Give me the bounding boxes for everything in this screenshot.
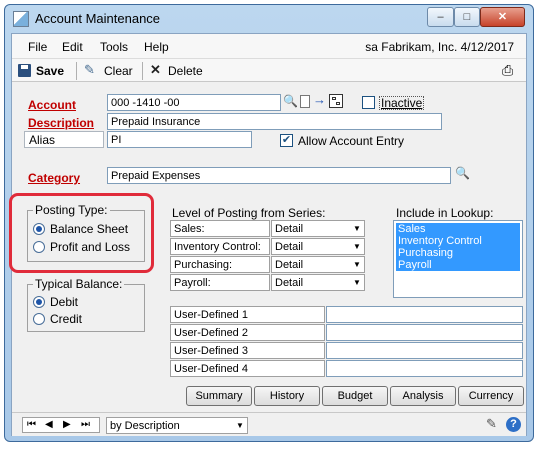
- help-icon[interactable]: ?: [506, 417, 521, 432]
- series-label-sales: Sales:: [170, 220, 270, 237]
- chevron-down-icon: ▼: [353, 260, 361, 269]
- maximize-button[interactable]: □: [454, 7, 480, 27]
- printer-icon[interactable]: ⎙: [502, 62, 513, 79]
- user-defined-4-field[interactable]: [326, 360, 523, 377]
- alias-label-box: Alias: [24, 131, 104, 148]
- user-defined-1-field[interactable]: [326, 306, 523, 323]
- app-icon: [13, 11, 29, 27]
- delete-icon: ✕: [150, 62, 161, 77]
- level-of-posting-title: Level of Posting from Series:: [172, 206, 326, 220]
- inactive-label: Inactive: [379, 96, 425, 110]
- budget-button[interactable]: Budget: [322, 386, 388, 406]
- status-bar: ⏮ ◀ ▶ ⏭ by Description ▼ ✎ ?: [12, 412, 526, 436]
- lookup-icon[interactable]: 🔍: [283, 94, 298, 108]
- record-navigation: ⏮ ◀ ▶ ⏭: [22, 417, 100, 433]
- last-record-icon[interactable]: ⏭: [81, 419, 90, 430]
- user-defined-1-label: User-Defined 1: [170, 306, 325, 323]
- first-record-icon[interactable]: ⏮: [27, 419, 36, 430]
- inventory-control-posting-value: Detail: [275, 241, 304, 253]
- toolbar-separator: [142, 62, 143, 80]
- user-defined-4-label: User-Defined 4: [170, 360, 325, 377]
- purchasing-posting-value: Detail: [275, 259, 304, 271]
- series-label-payroll: Payroll:: [170, 274, 270, 291]
- debit-radio[interactable]: [33, 296, 45, 308]
- title-bar[interactable]: Account Maintenance – □ ✕: [5, 5, 533, 33]
- include-in-lookup-list[interactable]: Sales Inventory Control Purchasing Payro…: [393, 220, 523, 298]
- menu-tools[interactable]: Tools: [100, 40, 128, 54]
- menu-edit[interactable]: Edit: [62, 40, 83, 54]
- sort-order-value: by Description: [110, 420, 180, 432]
- alias-label: Alias: [29, 133, 56, 147]
- note-icon[interactable]: ✎: [486, 416, 497, 432]
- account-label: Account: [28, 98, 76, 112]
- toolbar-separator: [76, 62, 77, 80]
- lookup-item-payroll[interactable]: Payroll: [396, 259, 520, 271]
- category-field[interactable]: Prepaid Expenses: [107, 167, 451, 184]
- lookup-item-sales[interactable]: Sales: [396, 223, 520, 235]
- go-to-arrow-icon[interactable]: →: [313, 92, 326, 107]
- window-title: Account Maintenance: [35, 11, 161, 26]
- summary-button[interactable]: Summary: [186, 386, 252, 406]
- history-button[interactable]: History: [254, 386, 320, 406]
- sales-posting-dropdown[interactable]: Detail ▼: [271, 220, 365, 237]
- window-client-area: File Edit Tools Help sa Fabrikam, Inc. 4…: [9, 33, 527, 436]
- payroll-posting-dropdown[interactable]: Detail ▼: [271, 274, 365, 291]
- save-icon: [18, 64, 31, 77]
- lookup-item-inventory-control[interactable]: Inventory Control: [396, 235, 520, 247]
- category-label: Category: [28, 171, 81, 185]
- lookup-item-purchasing[interactable]: Purchasing: [396, 247, 520, 259]
- delete-button[interactable]: Delete: [168, 64, 203, 78]
- inventory-control-posting-dropdown[interactable]: Detail ▼: [271, 238, 365, 255]
- description-field[interactable]: Prepaid Insurance: [107, 113, 442, 130]
- menu-file[interactable]: File: [28, 40, 47, 54]
- category-lookup-icon[interactable]: 🔍: [455, 166, 470, 180]
- credit-label: Credit: [50, 312, 83, 326]
- previous-record-icon[interactable]: ◀: [45, 419, 53, 430]
- minimize-button[interactable]: –: [427, 7, 454, 27]
- chevron-down-icon: ▼: [353, 224, 361, 233]
- typical-balance-group: [27, 284, 145, 332]
- description-label: Description: [28, 116, 95, 130]
- typical-balance-title: Typical Balance:: [33, 277, 125, 291]
- clear-button[interactable]: Clear: [104, 64, 133, 78]
- purchasing-posting-dropdown[interactable]: Detail ▼: [271, 256, 365, 273]
- highlight-annotation: [9, 193, 154, 273]
- currency-button[interactable]: Currency: [458, 386, 524, 406]
- alias-field[interactable]: PI: [107, 131, 252, 148]
- inactive-checkbox[interactable]: [362, 96, 375, 109]
- clear-icon: ✎: [84, 62, 95, 77]
- allow-account-entry-checkbox[interactable]: ✔: [280, 134, 293, 147]
- user-defined-2-label: User-Defined 2: [170, 324, 325, 341]
- chevron-down-icon: ▼: [353, 278, 361, 287]
- include-in-lookup-title: Include in Lookup:: [396, 206, 494, 220]
- account-field[interactable]: 000 -1410 -00: [107, 94, 281, 111]
- menu-bar: File Edit Tools Help sa Fabrikam, Inc. 4…: [12, 34, 526, 58]
- analysis-button[interactable]: Analysis: [390, 386, 456, 406]
- sort-order-dropdown[interactable]: by Description ▼: [106, 417, 248, 434]
- sales-posting-value: Detail: [275, 223, 304, 235]
- toolbar: Save ✎ Clear ✕ Delete ⎙: [12, 58, 526, 82]
- payroll-posting-value: Detail: [275, 277, 304, 289]
- user-defined-3-field[interactable]: [326, 342, 523, 359]
- series-label-inventory-control: Inventory Control:: [170, 238, 270, 255]
- close-button[interactable]: ✕: [480, 7, 525, 27]
- new-document-icon[interactable]: [300, 95, 310, 108]
- series-label-purchasing: Purchasing:: [170, 256, 270, 273]
- credit-radio[interactable]: [33, 313, 45, 325]
- debit-label: Debit: [50, 295, 79, 309]
- next-record-icon[interactable]: ▶: [63, 419, 71, 430]
- chevron-down-icon: ▼: [353, 242, 361, 251]
- menu-help[interactable]: Help: [144, 40, 169, 54]
- company-info: sa Fabrikam, Inc. 4/12/2017: [365, 40, 514, 54]
- chevron-down-icon: ▼: [236, 421, 244, 430]
- save-button[interactable]: Save: [36, 64, 64, 78]
- account-maintenance-window: Account Maintenance – □ ✕ File Edit Tool…: [4, 4, 534, 442]
- user-defined-3-label: User-Defined 3: [170, 342, 325, 359]
- user-defined-2-field[interactable]: [326, 324, 523, 341]
- allow-account-entry-label: Allow Account Entry: [298, 134, 405, 148]
- account-hierarchy-icon[interactable]: [329, 94, 343, 108]
